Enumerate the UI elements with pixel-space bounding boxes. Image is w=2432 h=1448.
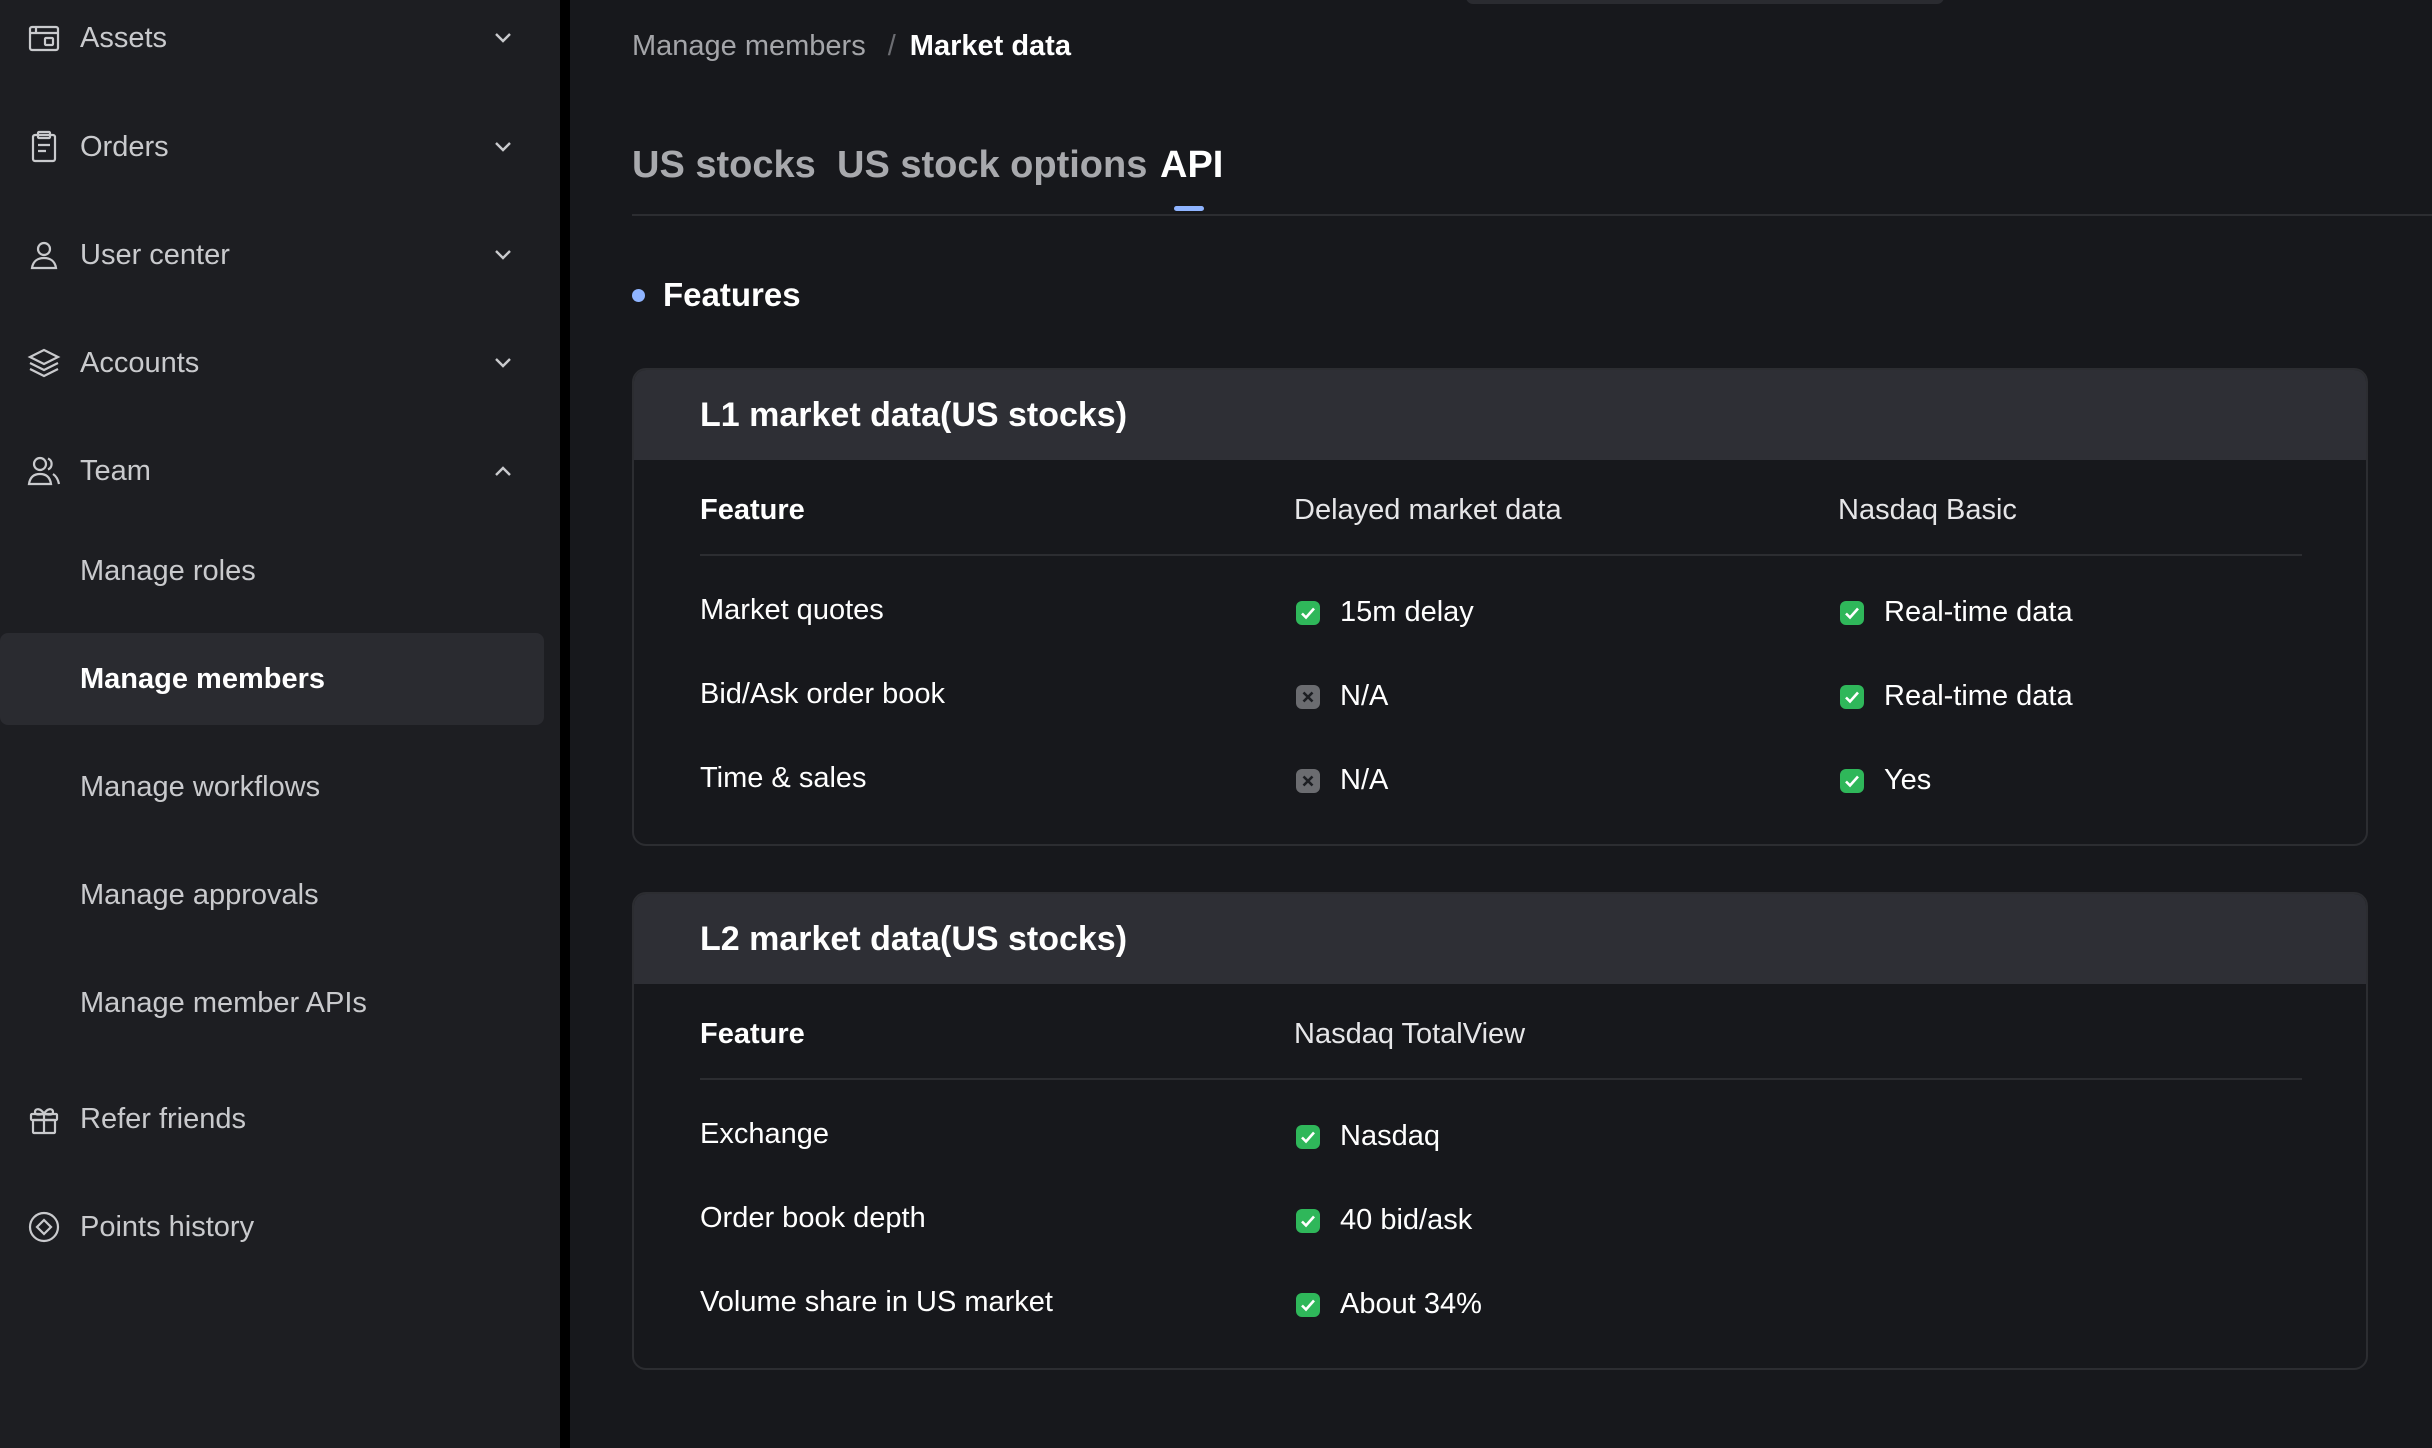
card-title: L1 market data(US stocks): [634, 370, 2366, 460]
sidebar-subitem-label: Manage members: [80, 662, 325, 695]
breadcrumb-separator: /: [887, 30, 896, 62]
header-divider: [700, 1078, 2302, 1080]
column-header: Nasdaq TotalView: [1294, 1018, 1526, 1050]
sidebar-subitem-label: Manage workflows: [80, 770, 321, 803]
column-header: Nasdaq Basic: [1838, 494, 2017, 526]
chevron-down-icon: [488, 23, 518, 53]
chevron-down-icon: [488, 348, 518, 378]
value-text: N/A: [1340, 764, 1389, 796]
sidebar-subitem-label: Manage approvals: [80, 878, 319, 911]
value-cell: N/A: [1294, 680, 1388, 713]
gift-icon: [26, 1101, 62, 1137]
team-icon: [26, 453, 62, 489]
top-bar-handle: [1466, 0, 1944, 4]
check-icon: [1294, 1123, 1322, 1151]
feature-cell: Bid/Ask order book: [700, 678, 946, 710]
check-icon: [1838, 599, 1866, 627]
column-header: Feature: [700, 1018, 805, 1050]
tab-api[interactable]: API: [1160, 144, 1224, 211]
sidebar-item-label: Accounts: [80, 346, 200, 379]
value-cell: 15m delay: [1294, 596, 1474, 629]
sidebar-subitem-manage-workflows[interactable]: Manage workflows: [0, 741, 544, 833]
check-icon: [1294, 599, 1322, 627]
check-icon: [1838, 683, 1866, 711]
chevron-down-icon: [488, 132, 518, 162]
sidebar-item-assets[interactable]: Assets: [0, 0, 544, 84]
feature-cell: Time & sales: [700, 762, 867, 794]
section-title: Features: [632, 276, 801, 314]
sidebar-item-label: Refer friends: [80, 1102, 247, 1135]
feature-cell: Exchange: [700, 1118, 829, 1150]
tab-us-stocks[interactable]: US stocks: [632, 144, 816, 187]
sidebar-item-accounts[interactable]: Accounts: [0, 317, 544, 409]
sidebar: Assets Orders User center Accounts Team …: [0, 0, 560, 1448]
user-icon: [26, 237, 62, 273]
value-cell: Yes: [1838, 764, 1931, 797]
cross-icon: [1294, 683, 1322, 711]
sidebar-item-label: Orders: [80, 130, 169, 163]
folder-icon: [26, 20, 62, 56]
column-header: Delayed market data: [1294, 494, 1562, 526]
value-text: Yes: [1884, 764, 1932, 796]
sidebar-item-label: User center: [80, 238, 230, 271]
breadcrumb-current: Market data: [909, 30, 1071, 62]
sidebar-item-label: Team: [80, 454, 151, 487]
sidebar-subitem-label: Manage member APIs: [80, 986, 367, 1019]
sidebar-item-label: Points history: [80, 1210, 255, 1243]
value-cell: 40 bid/ask: [1294, 1204, 1472, 1237]
section-title-label: Features: [663, 276, 801, 313]
bullet-dot-icon: [632, 288, 645, 302]
sidebar-subitem-manage-approvals[interactable]: Manage approvals: [0, 849, 544, 941]
feature-cell: Order book depth: [700, 1202, 926, 1234]
sidebar-item-orders[interactable]: Orders: [0, 101, 544, 193]
value-text: 15m delay: [1340, 596, 1474, 628]
chevron-down-icon: [488, 240, 518, 270]
l2-market-data-card: L2 market data(US stocks) Feature Nasdaq…: [632, 892, 2368, 1370]
breadcrumb-parent[interactable]: Manage members: [632, 30, 866, 63]
value-cell: Nasdaq: [1294, 1120, 1440, 1153]
value-cell: Real-time data: [1838, 680, 2073, 713]
tab-bar: US stocks US stock options API: [632, 144, 2432, 216]
clipboard-icon: [26, 129, 62, 165]
value-text: N/A: [1340, 680, 1389, 712]
sidebar-item-refer-friends[interactable]: Refer friends: [0, 1073, 544, 1165]
breadcrumb: Manage members / Market data: [632, 30, 1071, 63]
value-cell: N/A: [1294, 764, 1388, 797]
sidebar-item-points-history[interactable]: Points history: [0, 1181, 544, 1273]
card-title: L2 market data(US stocks): [634, 894, 2366, 984]
active-tab-indicator: [1174, 206, 1204, 211]
layers-icon: [26, 345, 62, 381]
points-icon: [26, 1209, 62, 1245]
header-divider: [700, 554, 2302, 556]
value-text: About 34%: [1340, 1288, 1482, 1320]
value-text: Real-time data: [1884, 680, 2073, 712]
tab-us-stock-options[interactable]: US stock options: [837, 144, 1147, 187]
sidebar-item-label: Assets: [80, 21, 168, 54]
value-text: Nasdaq: [1340, 1120, 1440, 1152]
feature-cell: Volume share in US market: [700, 1286, 1053, 1318]
sidebar-item-user-center[interactable]: User center: [0, 209, 544, 301]
check-icon: [1838, 767, 1866, 795]
sidebar-subitem-manage-member-apis[interactable]: Manage member APIs: [0, 957, 544, 1049]
value-text: 40 bid/ask: [1340, 1204, 1473, 1236]
value-cell: Real-time data: [1838, 596, 2073, 629]
value-text: Real-time data: [1884, 596, 2073, 628]
sidebar-item-team[interactable]: Team: [0, 425, 544, 517]
check-icon: [1294, 1291, 1322, 1319]
sidebar-subitem-label: Manage roles: [80, 554, 256, 587]
sidebar-divider: [560, 0, 570, 1448]
sidebar-subitem-manage-members[interactable]: Manage members: [0, 633, 544, 725]
feature-cell: Market quotes: [700, 594, 884, 626]
sidebar-subitem-manage-roles[interactable]: Manage roles: [0, 525, 544, 617]
tab-api-label: API: [1160, 144, 1224, 186]
l1-market-data-card: L1 market data(US stocks) Feature Delaye…: [632, 368, 2368, 846]
column-header: Feature: [700, 494, 805, 526]
cross-icon: [1294, 767, 1322, 795]
chevron-up-icon: [488, 456, 518, 486]
check-icon: [1294, 1207, 1322, 1235]
value-cell: About 34%: [1294, 1288, 1482, 1321]
